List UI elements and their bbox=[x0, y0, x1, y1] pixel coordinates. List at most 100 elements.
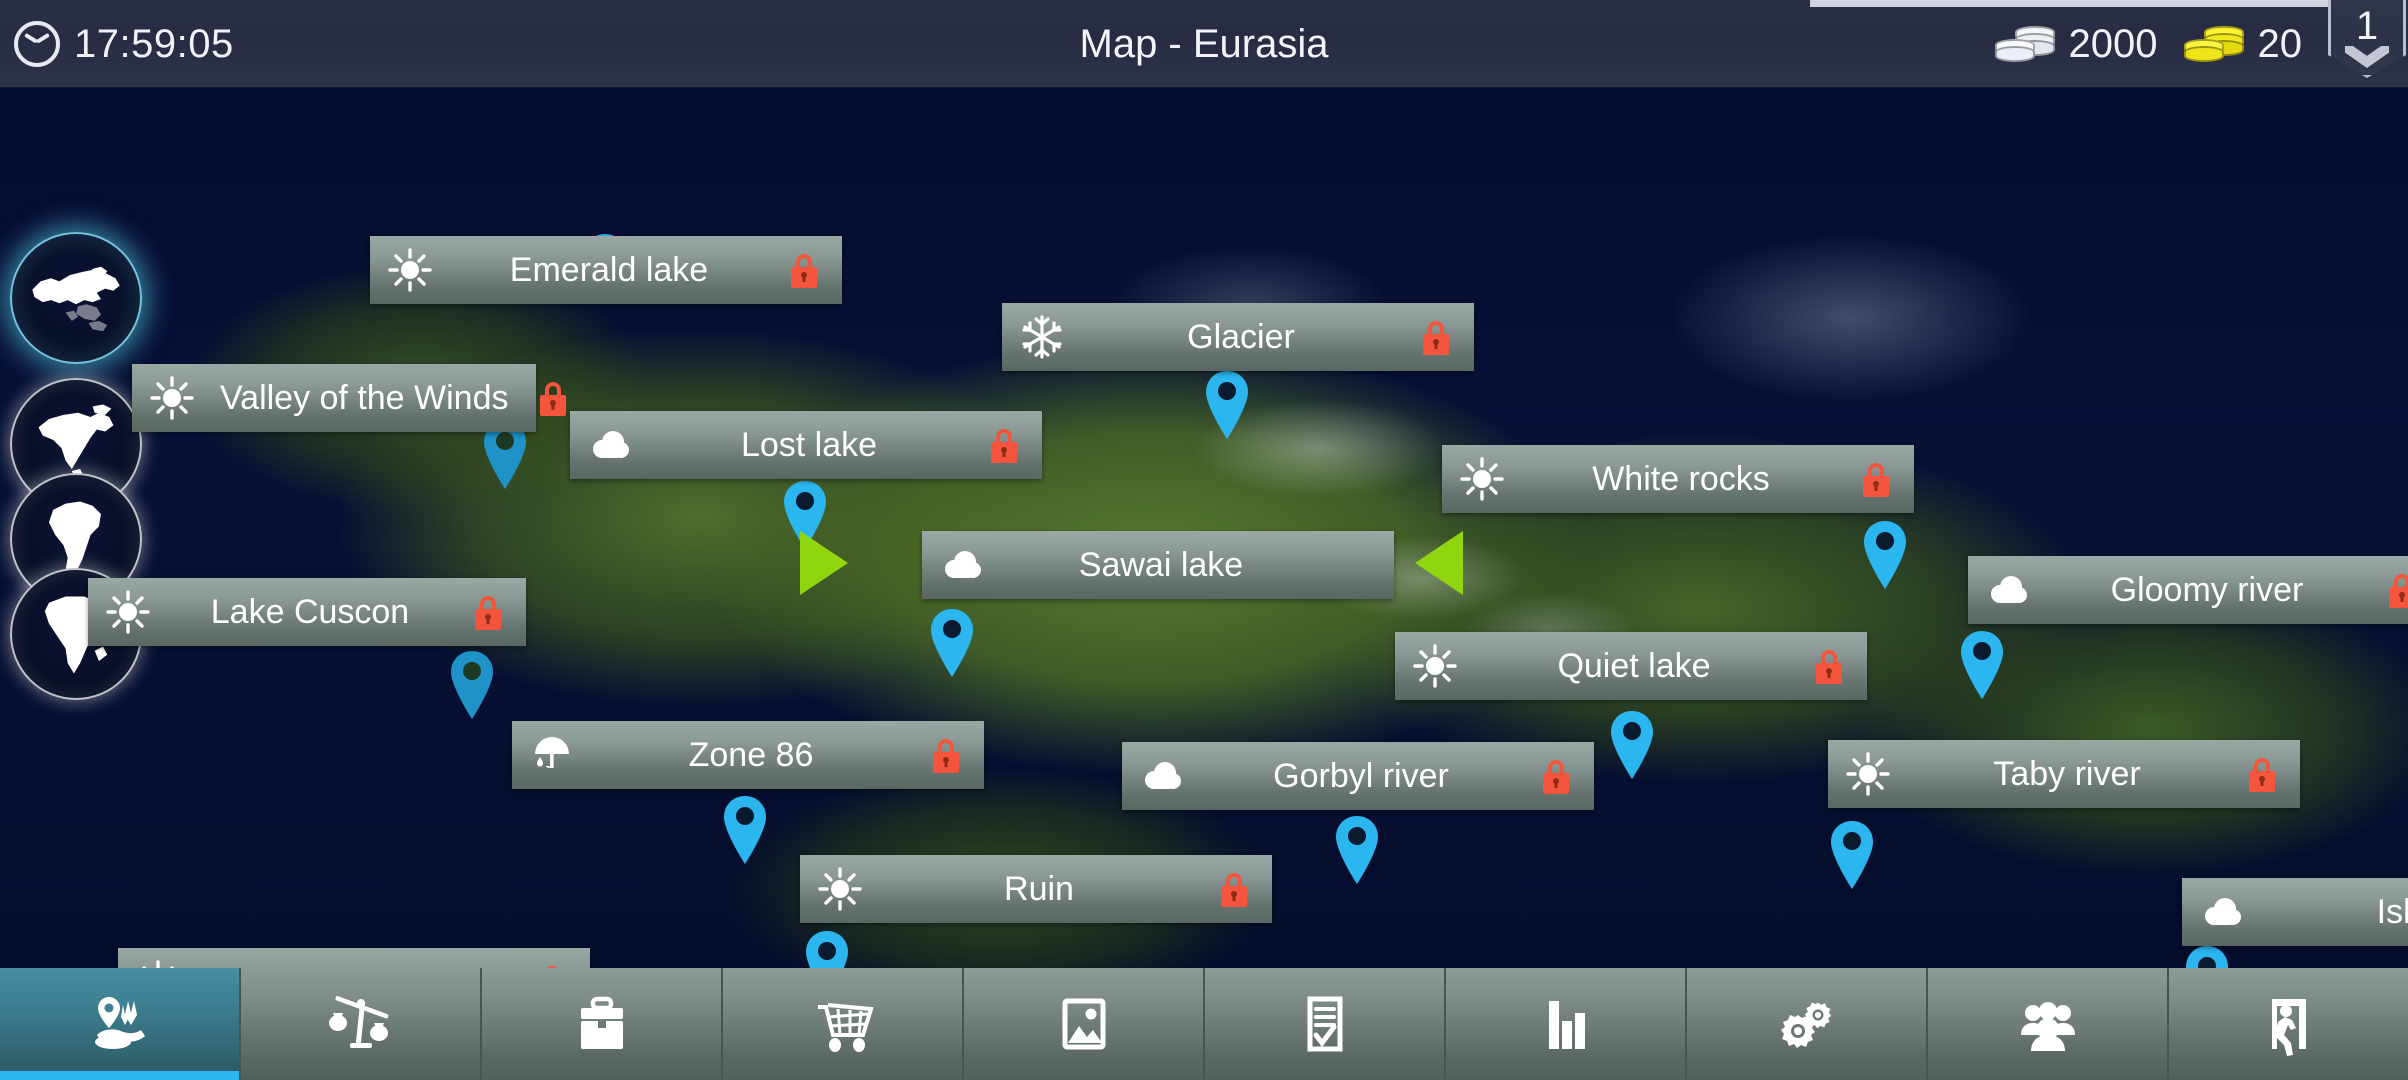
location-label-taby-river[interactable]: Taby river bbox=[1828, 740, 2300, 808]
nav-tab-gallery[interactable] bbox=[964, 968, 1205, 1080]
clock-group: 17:59:05 bbox=[14, 0, 234, 88]
lock-icon bbox=[982, 424, 1026, 466]
nav-tab-exit[interactable] bbox=[2169, 968, 2408, 1080]
checklist-icon bbox=[1307, 996, 1342, 1052]
sun-icon bbox=[384, 244, 436, 296]
silver-currency: 2000 bbox=[1994, 21, 2158, 67]
continent-selector-eurasia[interactable] bbox=[10, 232, 142, 364]
cloud-icon bbox=[1136, 750, 1188, 802]
nav-tab-friends[interactable] bbox=[1928, 968, 2169, 1080]
location-label-quiet-lake[interactable]: Quiet lake bbox=[1395, 632, 1867, 700]
bar-chart-icon bbox=[1548, 1001, 1585, 1049]
location-label-sawai-lake[interactable]: Sawai lake bbox=[922, 531, 1394, 599]
location-label-ruin[interactable]: Ruin bbox=[800, 855, 1272, 923]
location-name: Ishika bbox=[2376, 892, 2408, 931]
map-pin[interactable] bbox=[800, 928, 854, 968]
map-pin[interactable] bbox=[718, 793, 772, 867]
sun-icon bbox=[102, 586, 154, 638]
lock-icon bbox=[2380, 569, 2408, 611]
gold-currency: 20 bbox=[2183, 21, 2303, 67]
rain-icon bbox=[526, 729, 578, 781]
map-pin[interactable] bbox=[1858, 518, 1912, 592]
lock-icon bbox=[924, 734, 968, 776]
location-name: Lake Cuscon bbox=[210, 592, 410, 631]
nav-tab-inventory[interactable] bbox=[482, 968, 723, 1080]
lock-icon bbox=[1854, 458, 1898, 500]
exit-icon bbox=[2271, 999, 2306, 1056]
location-name: Taby river bbox=[1993, 754, 2141, 793]
location-name: Ruin bbox=[1004, 869, 1074, 908]
sun-icon bbox=[1842, 748, 1894, 800]
map-pin[interactable] bbox=[445, 648, 499, 722]
nav-tab-tasks[interactable] bbox=[1205, 968, 1446, 1080]
cart-icon bbox=[817, 1003, 874, 1052]
location-name: White rocks bbox=[1592, 459, 1770, 498]
map-pin[interactable] bbox=[1955, 628, 2009, 702]
bottom-navigation bbox=[0, 968, 2408, 1080]
gold-amount: 20 bbox=[2257, 21, 2303, 66]
cloud-icon bbox=[584, 419, 636, 471]
location-label-pashabei-cave[interactable]: Pashabei cave bbox=[118, 948, 590, 968]
people-icon bbox=[2020, 1002, 2075, 1051]
resource-bar: 2000 20 1 bbox=[1994, 0, 2408, 88]
selection-arrow-left-icon bbox=[800, 531, 848, 595]
nav-tab-map[interactable] bbox=[0, 968, 241, 1080]
map-pin[interactable] bbox=[1825, 818, 1879, 892]
location-name: Glacier bbox=[1187, 317, 1295, 356]
map-pin[interactable] bbox=[1605, 708, 1659, 782]
scales-icon bbox=[328, 996, 388, 1048]
lock-icon bbox=[1212, 868, 1256, 910]
lock-icon bbox=[531, 377, 575, 419]
level-badge[interactable]: 1 bbox=[2328, 0, 2406, 88]
location-name: Lost lake bbox=[740, 425, 878, 464]
eurasia-map-icon bbox=[32, 266, 120, 332]
map-pin[interactable] bbox=[2180, 943, 2234, 968]
sun-icon bbox=[146, 372, 198, 424]
location-label-zone-86[interactable]: Zone 86 bbox=[512, 721, 984, 789]
location-label-lost-lake[interactable]: Lost lake bbox=[570, 411, 1042, 479]
location-label-gorbyl-river[interactable]: Gorbyl river bbox=[1122, 742, 1594, 810]
nav-tab-settings[interactable] bbox=[1687, 968, 1928, 1080]
map-canvas[interactable]: Emerald lake Glacier Valley of the Winds… bbox=[0, 88, 2408, 968]
map-pin[interactable] bbox=[925, 606, 979, 680]
gallery-icon bbox=[1062, 998, 1105, 1050]
location-label-valley-of-the-winds[interactable]: Valley of the Winds bbox=[132, 364, 566, 432]
clock-time: 17:59:05 bbox=[74, 21, 234, 66]
sun-icon bbox=[1456, 453, 1508, 505]
sun-icon bbox=[814, 863, 866, 915]
location-label-white-rocks[interactable]: White rocks bbox=[1442, 445, 1914, 513]
gears-icon bbox=[1780, 1002, 1831, 1048]
nav-tab-statistics[interactable] bbox=[1446, 968, 1687, 1080]
sun-icon bbox=[132, 956, 184, 968]
location-label-emerald-lake[interactable]: Emerald lake bbox=[370, 236, 842, 304]
location-name: Quiet lake bbox=[1557, 646, 1711, 685]
clock-icon bbox=[14, 21, 60, 67]
lock-icon bbox=[1807, 645, 1851, 687]
map-pin[interactable] bbox=[1200, 368, 1254, 442]
silver-amount: 2000 bbox=[2068, 21, 2158, 66]
lock-icon bbox=[1534, 755, 1578, 797]
location-name: Emerald lake bbox=[509, 250, 709, 289]
location-name: Valley of the Winds bbox=[220, 378, 509, 417]
lock-icon bbox=[530, 961, 574, 968]
gold-coin-stack-icon bbox=[2183, 21, 2246, 67]
location-label-glacier[interactable]: Glacier bbox=[1002, 303, 1474, 371]
sun-icon bbox=[1409, 640, 1461, 692]
map-pin[interactable] bbox=[1330, 813, 1384, 887]
lock-icon bbox=[1414, 316, 1458, 358]
lock-icon bbox=[782, 249, 826, 291]
nav-tab-records[interactable] bbox=[241, 968, 482, 1080]
location-label-gloomy-river[interactable]: Gloomy river bbox=[1968, 556, 2408, 624]
cloud-icon bbox=[1982, 564, 2034, 616]
tacklebox-icon bbox=[580, 996, 623, 1049]
nav-tab-shop[interactable] bbox=[723, 968, 964, 1080]
map-pin-icon bbox=[94, 997, 145, 1049]
snowflake-icon bbox=[1016, 311, 1068, 363]
location-name: Zone 86 bbox=[688, 735, 814, 774]
location-name: Sawai lake bbox=[1078, 545, 1244, 584]
selection-arrow-right-icon bbox=[1415, 531, 1463, 595]
location-name: Gloomy river bbox=[2110, 570, 2304, 609]
location-name: Gorbyl river bbox=[1273, 756, 1449, 795]
location-label-lake-cuscon[interactable]: Lake Cuscon bbox=[88, 578, 526, 646]
location-label-ishika[interactable]: Ishika bbox=[2182, 878, 2408, 946]
